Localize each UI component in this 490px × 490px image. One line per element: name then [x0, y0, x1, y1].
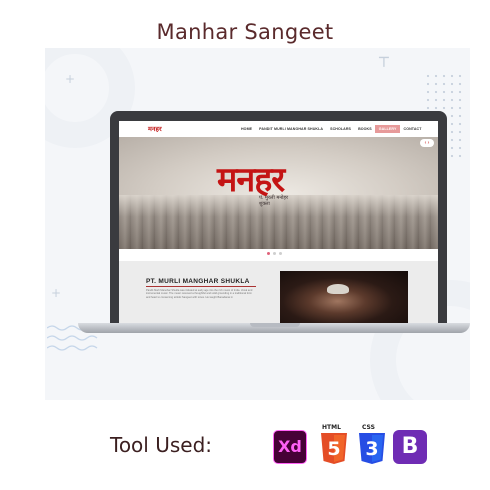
project-title: Manhar Sangeet	[156, 20, 334, 44]
css3-caption: CSS	[362, 424, 375, 431]
nav-item-gallery[interactable]: GALLERY	[375, 125, 400, 133]
laptop-notch	[250, 323, 300, 327]
html5-mark: 5	[327, 438, 340, 460]
bio-text: Pandit Murli Manohar Shukla was initiate…	[146, 289, 253, 299]
decor-plus-icon: +	[51, 286, 62, 300]
laptop-screen: मनहर HOME PANDIT MURLI MANOHAR SHUKLA SC…	[110, 111, 447, 326]
site-navbar: मनहर HOME PANDIT MURLI MANOHAR SHUKLA SC…	[119, 121, 438, 137]
html5-caption: HTML	[322, 424, 341, 431]
css3-icon: 3	[359, 433, 385, 464]
css3-mark: 3	[365, 438, 378, 460]
html5-icon: 5	[321, 433, 347, 464]
bio-section: PT. MURLI MANGHAR SHUKLA Pandit Murli Ma…	[119, 261, 438, 326]
bio-heading: PT. MURLI MANGHAR SHUKLA	[146, 278, 250, 285]
bootstrap-mark: B	[401, 434, 419, 459]
website-preview: मनहर HOME PANDIT MURLI MANOHAR SHUKLA SC…	[119, 121, 438, 326]
carousel-dot[interactable]	[267, 252, 270, 255]
hero-banner: मनहर पं. मुरली मनोहर शुक्ला ‹ ›	[119, 137, 438, 249]
nav-menu: HOME PANDIT MURLI MANOHAR SHUKLA SCHOLAR…	[237, 125, 425, 133]
bio-divider	[146, 286, 256, 287]
bio-photo-detail	[327, 284, 349, 294]
hero-subtitle: पं. मुरली मनोहर शुक्ला	[259, 195, 288, 207]
carousel-dot[interactable]	[273, 252, 276, 255]
adobe-xd-icon: Xd	[273, 430, 307, 464]
carousel-arrows[interactable]: ‹ ›	[420, 139, 434, 147]
carousel-indicators	[267, 252, 282, 255]
tools-label: Tool Used:	[110, 433, 213, 457]
bootstrap-icon: B	[393, 430, 427, 464]
decor-plus-icon: +	[65, 72, 76, 86]
site-logo[interactable]: मनहर	[148, 124, 162, 133]
hero-subtitle-line: शुक्ला	[259, 201, 270, 207]
adobe-xd-mark: Xd	[278, 437, 302, 456]
nav-item-pandit[interactable]: PANDIT MURLI MANOHAR SHUKLA	[256, 125, 327, 133]
carousel-dot[interactable]	[279, 252, 282, 255]
decor-plus-icon: ┬	[379, 48, 389, 67]
nav-item-contact[interactable]: CONTACT	[400, 125, 425, 133]
bio-photo	[280, 271, 408, 326]
nav-item-books[interactable]: BOOKS	[355, 125, 376, 133]
nav-item-scholars[interactable]: SCHOLARS	[327, 125, 355, 133]
nav-item-home[interactable]: HOME	[237, 125, 255, 133]
